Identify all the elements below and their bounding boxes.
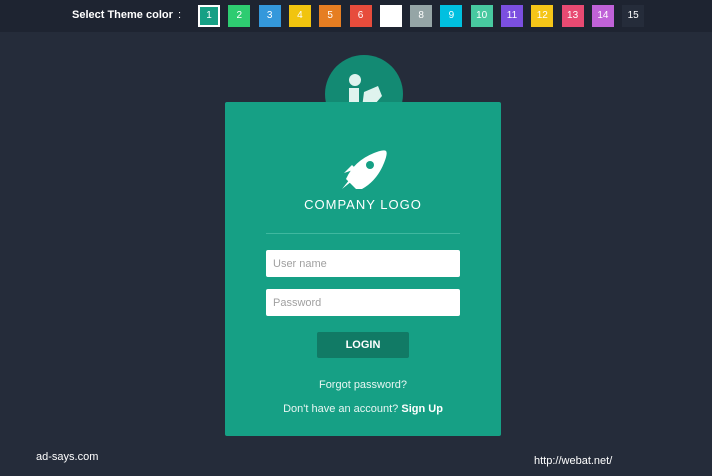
theme-swatch-1[interactable]: 1 [198,5,220,27]
theme-swatch-12[interactable]: 12 [531,5,554,27]
footer-right-link[interactable]: http://webat.net/ [534,455,612,467]
signup-link[interactable]: Sign Up [401,403,443,415]
theme-swatch-15[interactable]: 15 [622,5,645,27]
theme-swatch-7[interactable]: 7 [379,5,402,27]
password-input[interactable] [266,289,460,316]
theme-swatch-13[interactable]: 13 [561,5,584,27]
login-button[interactable]: LOGIN [317,332,409,358]
forgot-password-link[interactable]: Forgot password? [225,379,501,391]
theme-label: Select Theme color [72,9,173,21]
theme-swatch-14[interactable]: 14 [591,5,614,27]
theme-swatch-9[interactable]: 9 [440,5,463,27]
theme-swatch-10[interactable]: 10 [470,5,493,27]
signup-row: Don't have an account? Sign Up [225,403,501,415]
footer-left-text: ad-says.com [36,451,99,463]
divider [266,233,460,234]
theme-bar: Select Theme color : 1 2 3 4 5 6 7 8 9 10 11 12 13 14… [0,0,712,32]
theme-swatch-6[interactable]: 6 [349,5,372,27]
theme-swatch-3[interactable]: 3 [258,5,281,27]
username-input[interactable] [266,250,460,277]
theme-swatch-11[interactable]: 11 [501,5,523,27]
theme-swatch-5[interactable]: 5 [319,5,342,27]
company-logo-text: COMPANY LOGO [304,197,422,212]
theme-swatch-8[interactable]: 8 [410,5,433,27]
no-account-text: Don't have an account? [283,403,399,415]
theme-swatch-4[interactable]: 4 [288,5,311,27]
rocket-logo-icon [342,150,387,189]
theme-separator: : [178,9,182,21]
theme-swatch-2[interactable]: 2 [228,5,251,27]
